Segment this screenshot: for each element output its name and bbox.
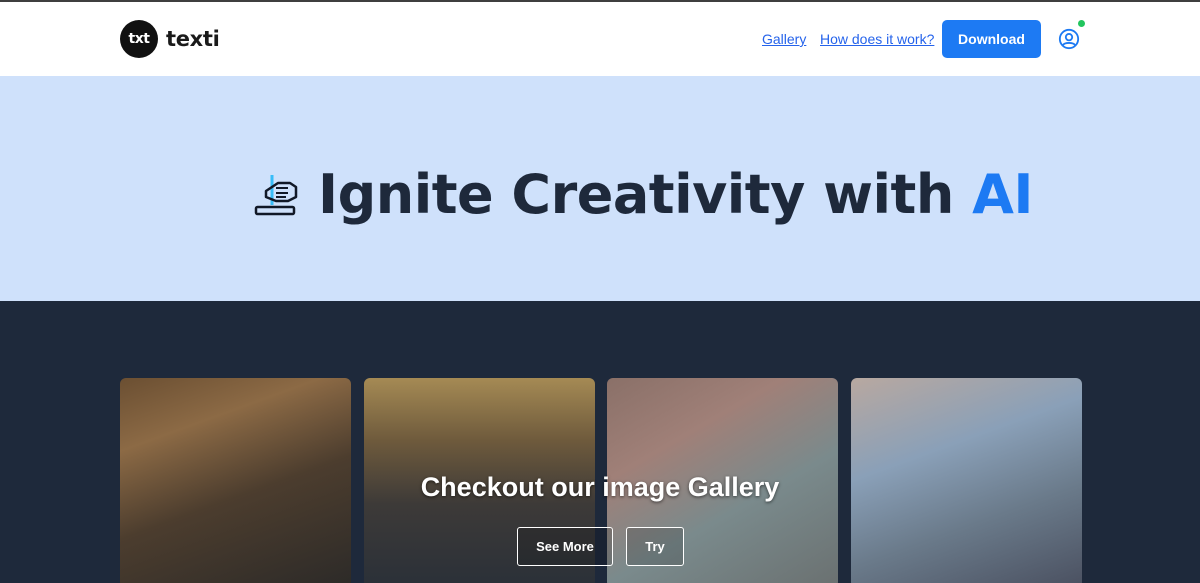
online-status-dot <box>1078 20 1085 27</box>
gallery-title: Checkout our image Gallery <box>420 472 780 502</box>
nav-how-it-works-link[interactable]: How does it work? <box>820 31 934 47</box>
logo-badge: txt <box>120 20 158 58</box>
try-button[interactable]: Try <box>626 527 684 566</box>
hero-heading-accent: AI <box>972 163 1033 226</box>
hero-title: Ignite Creativity with AI <box>252 163 1033 226</box>
hand-writing-icon <box>254 174 298 215</box>
hero-heading-main: Ignite Creativity with <box>318 163 973 226</box>
logo[interactable]: txt texti <box>120 20 220 58</box>
download-button[interactable]: Download <box>942 20 1041 58</box>
user-circle-icon <box>1058 28 1080 50</box>
see-more-button[interactable]: See More <box>517 527 613 566</box>
hero-heading: Ignite Creativity with AI <box>318 163 1033 226</box>
logo-text: texti <box>166 27 220 51</box>
user-account-button[interactable] <box>1058 28 1082 52</box>
nav-gallery-link[interactable]: Gallery <box>762 31 806 47</box>
hero-section: Ignite Creativity with AI <box>0 76 1200 301</box>
site-header: txt texti Gallery How does it work? Down… <box>0 2 1200 76</box>
gallery-section: Checkout our image Gallery See More Try <box>0 301 1200 583</box>
